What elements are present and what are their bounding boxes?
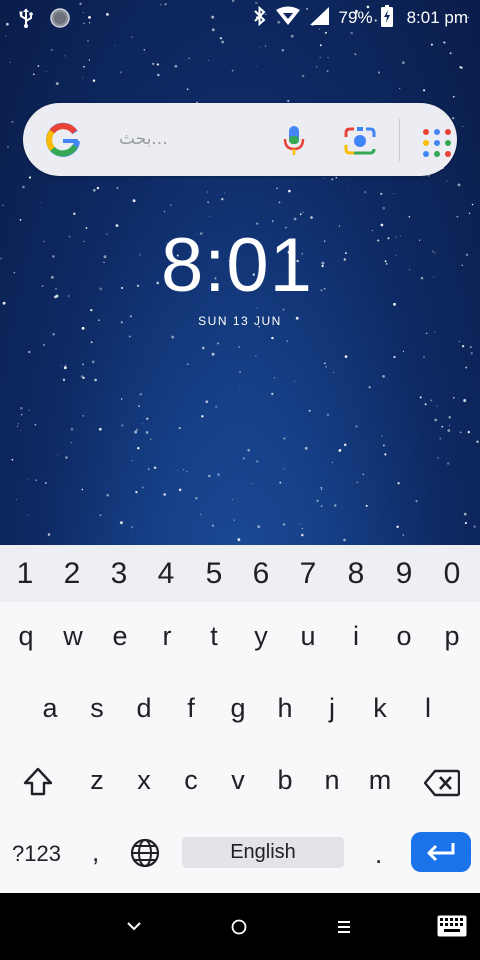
key-o[interactable]: o [384, 621, 424, 652]
search-divider [399, 119, 400, 161]
moon-icon [50, 8, 70, 32]
key-c[interactable]: c [171, 765, 211, 796]
globe-icon[interactable] [130, 838, 160, 868]
key-b[interactable]: b [265, 765, 305, 796]
apps-grid-icon[interactable] [421, 127, 453, 159]
enter-icon [427, 843, 455, 862]
key-u[interactable]: u [288, 621, 328, 652]
number-row: 1 2 3 4 5 6 7 8 9 0 [0, 545, 480, 602]
wifi-icon [275, 6, 301, 30]
key-n[interactable]: n [312, 765, 352, 796]
key-m[interactable]: m [360, 765, 400, 796]
google-search-bar[interactable]: بحث... [23, 103, 457, 176]
period-key[interactable]: . [375, 839, 382, 870]
key-k[interactable]: k [360, 693, 400, 724]
signal-icon [309, 6, 331, 30]
mic-icon[interactable] [281, 125, 307, 157]
key-y[interactable]: y [241, 621, 281, 652]
clock-date[interactable]: SUN 13 JUN [0, 314, 480, 328]
key-r[interactable]: r [147, 621, 187, 652]
key-i[interactable]: i [336, 621, 376, 652]
bluetooth-icon [253, 5, 267, 30]
key-p[interactable]: p [432, 621, 472, 652]
clock-time[interactable]: 8:01 [0, 222, 474, 309]
key-l[interactable]: l [408, 693, 448, 724]
key-s[interactable]: s [77, 693, 117, 724]
battery-percent: 79% [338, 8, 373, 27]
key-3[interactable]: 3 [99, 557, 139, 591]
key-6[interactable]: 6 [241, 557, 281, 591]
key-x[interactable]: x [124, 765, 164, 796]
key-1[interactable]: 1 [5, 557, 45, 591]
usb-icon [18, 8, 34, 32]
key-q[interactable]: q [6, 621, 46, 652]
key-h[interactable]: h [265, 693, 305, 724]
status-time: 8:01 pm [406, 8, 468, 27]
home-screen: 79% 8:01 pm بحث... 8:01 SUN 13 JUN 1 2 3… [0, 0, 480, 960]
key-z[interactable]: z [77, 765, 117, 796]
key-f[interactable]: f [171, 693, 211, 724]
symbols-key[interactable]: ?123 [12, 841, 61, 867]
home-circle-icon[interactable] [231, 919, 247, 935]
shift-icon[interactable] [22, 766, 54, 798]
key-9[interactable]: 9 [384, 557, 424, 591]
enter-key[interactable] [411, 832, 471, 872]
key-7[interactable]: 7 [288, 557, 328, 591]
soft-keyboard: 1 2 3 4 5 6 7 8 9 0 q w e r t y u i o p … [0, 545, 480, 893]
key-8[interactable]: 8 [336, 557, 376, 591]
key-t[interactable]: t [194, 621, 234, 652]
key-v[interactable]: v [218, 765, 258, 796]
search-placeholder: بحث... [119, 129, 168, 149]
battery-charging-icon [380, 5, 393, 31]
recents-icon[interactable] [337, 919, 351, 935]
key-g[interactable]: g [218, 693, 258, 724]
key-2[interactable]: 2 [52, 557, 92, 591]
comma-key[interactable]: , [92, 837, 99, 868]
google-logo [46, 122, 80, 157]
navigation-bar [0, 893, 480, 960]
key-w[interactable]: w [53, 621, 93, 652]
lens-icon[interactable] [343, 125, 377, 157]
key-a[interactable]: a [30, 693, 70, 724]
key-0[interactable]: 0 [432, 557, 472, 591]
keyboard-icon[interactable] [437, 915, 467, 937]
backspace-icon[interactable] [424, 769, 460, 797]
key-d[interactable]: d [124, 693, 164, 724]
space-key[interactable]: English [182, 837, 344, 868]
key-5[interactable]: 5 [194, 557, 234, 591]
key-j[interactable]: j [312, 693, 352, 724]
status-bar: 79% 8:01 pm [0, 0, 480, 38]
key-e[interactable]: e [100, 621, 140, 652]
chevron-down-icon[interactable] [126, 920, 142, 932]
key-4[interactable]: 4 [146, 557, 186, 591]
